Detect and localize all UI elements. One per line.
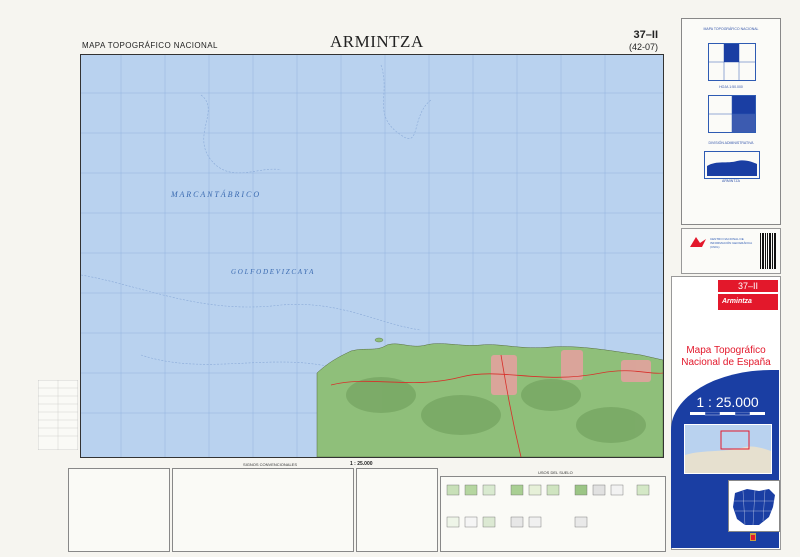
usos-title: USOS DEL SUELO bbox=[538, 470, 573, 475]
coat-of-arms-icon bbox=[746, 528, 760, 541]
cnig-block: CENTRO NACIONAL DE INFORMACIÓN GEOGRÁFIC… bbox=[681, 228, 781, 274]
index-grid bbox=[708, 43, 756, 81]
index-block2: HOJA 1:50.000 bbox=[719, 85, 743, 89]
admin-map bbox=[704, 151, 760, 179]
cover-title: Mapa Topográfico Nacional de España bbox=[681, 345, 771, 368]
sea-label-vizcaya: G O L F O D E V I Z C A Y A bbox=[231, 268, 314, 276]
index-panel: MAPA TOPOGRÁFICO NACIONAL HOJA 1:50.000 … bbox=[681, 18, 781, 225]
signos-title: SIGNOS CONVENCIONALES bbox=[243, 462, 298, 467]
map-canvas bbox=[81, 55, 663, 457]
legend-usos-block bbox=[440, 476, 666, 552]
legend-scale-block bbox=[356, 468, 438, 552]
hoja-grid bbox=[708, 95, 756, 133]
map-frame[interactable]: M A R C A N T Á B R I C O G O L F O D E … bbox=[80, 54, 664, 458]
sheet-code-alt: (42-07) bbox=[628, 42, 658, 52]
cover-sheet-code: 37–II bbox=[718, 280, 778, 292]
cover-scale: 1 : 25.000 bbox=[696, 394, 759, 410]
scale-label: 1 : 25.000 bbox=[350, 461, 373, 467]
spain-locator-map bbox=[728, 480, 780, 532]
index-sheet-name: ARMINTZA bbox=[722, 179, 740, 183]
index-block3: DIVISIÓN ADMINISTRATIVA bbox=[708, 141, 754, 145]
sea-label-cantabrico: M A R C A N T Á B R I C O bbox=[171, 190, 260, 199]
series-title: MAPA TOPOGRÁFICO NACIONAL bbox=[82, 41, 218, 50]
cover-scale-bar bbox=[690, 411, 765, 417]
legend-area: SIGNOS CONVENCIONALES USOS DEL SUELO bbox=[68, 460, 666, 552]
cover-location-map bbox=[684, 424, 772, 474]
index-title: MAPA TOPOGRÁFICO NACIONAL bbox=[703, 27, 759, 31]
sheet-name: ARMINTZA bbox=[330, 32, 424, 51]
coordinate-table bbox=[37, 379, 79, 451]
legend-signos-block bbox=[172, 468, 354, 552]
sheet-code: 37–II bbox=[633, 29, 658, 41]
barcode-icon bbox=[760, 233, 776, 269]
cnig-name: CENTRO NACIONAL DE INFORMACIÓN GEOGRÁFIC… bbox=[710, 237, 753, 249]
legend-left-block bbox=[68, 468, 170, 552]
map-sheet: MAPA TOPOGRÁFICO NACIONAL ARMINTZA 37–II… bbox=[0, 0, 800, 557]
cnig-logo-icon bbox=[690, 237, 706, 247]
cover-sheet-name: Armintza bbox=[718, 294, 778, 310]
